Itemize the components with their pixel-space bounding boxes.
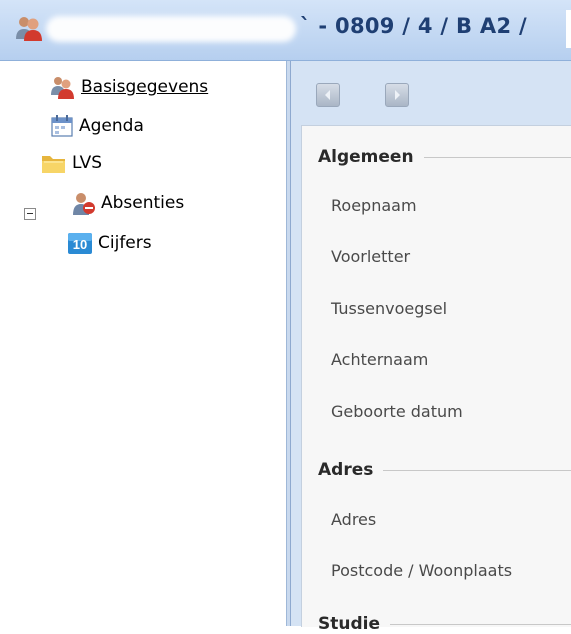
section-header-algemeen: Algemeen (318, 147, 571, 167)
navigation-tree: Basisgegevens Agenda LVS Absenties 10 Ci… (0, 61, 287, 626)
label-achternaam: Achternaam (331, 350, 429, 369)
label-roepnaam: Roepnaam (331, 196, 417, 215)
tree-item-lvs[interactable]: LVS (41, 149, 102, 177)
tree-label: LVS (72, 153, 103, 173)
tree-label: Agenda (79, 116, 144, 136)
grade-badge: 10 (73, 237, 87, 252)
title-bar: ` - 0809 / 4 / B A2 / (0, 0, 571, 61)
person-absent-icon (73, 193, 95, 215)
collapse-toggle[interactable] (24, 208, 36, 220)
label-geboorte-datum: Geboorte datum (331, 402, 463, 421)
label-adres: Adres (331, 510, 377, 529)
tree-item-absenties[interactable]: Absenties (70, 189, 184, 217)
label-postcode-woonplaats: Postcode / Woonplaats (331, 561, 513, 580)
tree-item-agenda[interactable]: Agenda (50, 112, 144, 140)
calendar-icon (51, 115, 73, 137)
section-title: Adres (318, 460, 374, 480)
back-button[interactable] (316, 83, 340, 107)
student-form: Algemeen Roepnaam Voorletter Tussenvoegs… (301, 125, 571, 634)
users-icon (16, 17, 42, 41)
window-title: ` - 0809 / 4 / B A2 / (300, 14, 527, 38)
label-voorletter: Voorletter (331, 247, 411, 266)
grade-10-icon: 10 (68, 233, 92, 254)
label-tussenvoegsel: Tussenvoegsel (331, 299, 448, 318)
back-arrow-icon (325, 90, 330, 100)
redacted-name (46, 16, 296, 42)
tree-item-basisgegevens[interactable]: Basisgegevens (50, 73, 208, 101)
section-header-studie: Studie (318, 614, 571, 634)
section-title: Studie (318, 614, 380, 634)
section-header-adres: Adres (318, 460, 571, 480)
folder-icon (42, 156, 65, 173)
forward-button[interactable] (385, 83, 409, 107)
navigation-bar (291, 61, 571, 125)
tree-label: Absenties (101, 193, 185, 213)
tree-label: Basisgegevens (81, 77, 209, 97)
tree-item-cijfers[interactable]: 10 Cijfers (67, 229, 152, 257)
tree-label: Cijfers (98, 233, 152, 253)
section-title: Algemeen (318, 147, 414, 167)
detail-panel: Algemeen Roepnaam Voorletter Tussenvoegs… (291, 61, 571, 634)
users-icon (51, 77, 74, 99)
forward-arrow-icon (395, 90, 400, 100)
